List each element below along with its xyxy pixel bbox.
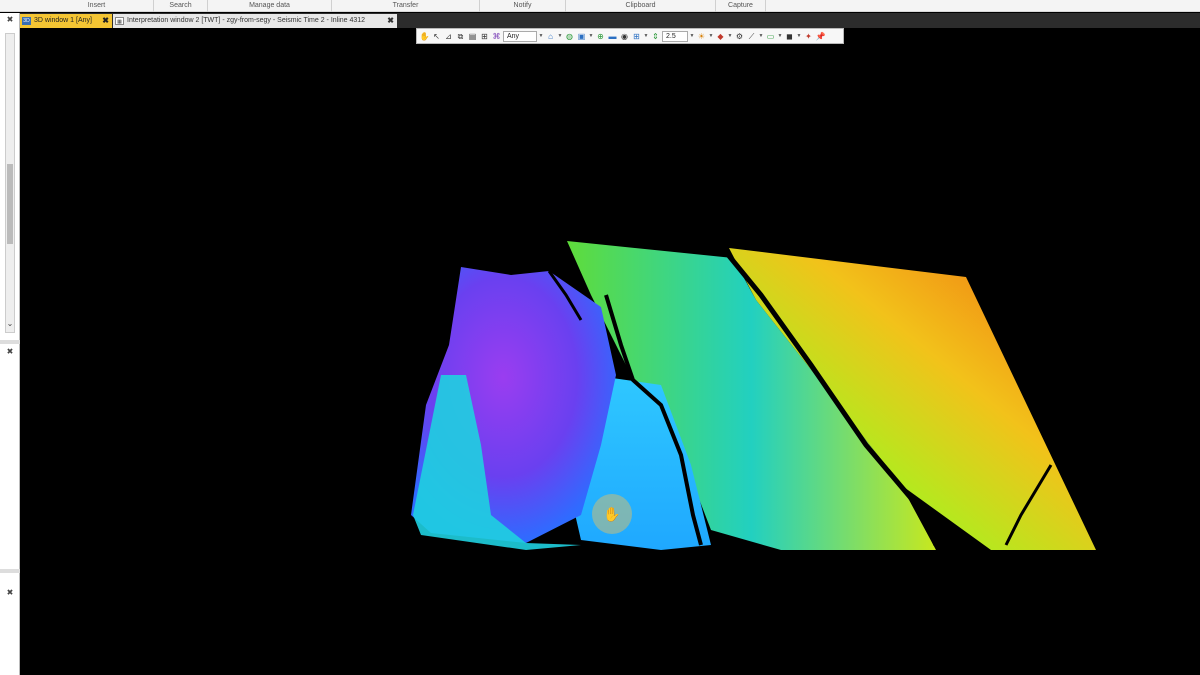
screen-icon[interactable]: ▬ — [607, 31, 618, 42]
home-view-icon[interactable]: ⌂ — [545, 31, 556, 42]
tab-label: Interpretation window 2 [TWT] - zgy-from… — [127, 17, 366, 24]
pan-hand-icon: ✋ — [592, 494, 632, 534]
chevron-down-icon[interactable]: ▼ — [643, 31, 649, 42]
chevron-down-icon[interactable]: ▼ — [588, 31, 594, 42]
ribbon-group-search[interactable]: Search — [154, 0, 208, 12]
color-settings-icon[interactable]: ◆ — [715, 31, 726, 42]
pin-person-icon[interactable]: ✦ — [803, 31, 814, 42]
camera-view-icon[interactable]: ◉ — [619, 31, 630, 42]
chevron-down-icon[interactable]: ▼ — [708, 31, 714, 42]
view-settings-icon[interactable]: ⊞ — [479, 31, 490, 42]
petrel-application: Insert Search Manage data Transfer Notif… — [0, 0, 1200, 675]
cursor-tracking-icon[interactable]: ⌘ — [491, 31, 502, 42]
chevron-down-icon[interactable]: ▼ — [777, 31, 783, 42]
ribbon-group-insert[interactable]: Insert — [40, 0, 154, 12]
vertical-exaggeration-icon[interactable]: ⇕ — [650, 31, 661, 42]
3d-viewport[interactable]: ✋ — [21, 45, 1200, 675]
ribbon-group-notify[interactable]: Notify — [480, 0, 566, 12]
chevron-down-icon[interactable]: ▼ — [727, 31, 733, 42]
close-icon[interactable]: ✖ — [387, 14, 394, 28]
close-icon[interactable]: ✖ — [102, 14, 109, 28]
tab-3d-window-1[interactable]: 3D 3D window 1 [Any] ✖ — [20, 14, 112, 28]
ribbon-group-labels: Insert Search Manage data Transfer Notif… — [0, 0, 1200, 12]
vertical-exaggeration-select[interactable]: 2.5 — [662, 30, 688, 42]
display-icon[interactable]: ▭ — [765, 31, 776, 42]
window-icon: ▦ — [115, 17, 124, 25]
pin-icon[interactable]: 📌 — [815, 31, 826, 42]
panel-divider[interactable] — [0, 569, 20, 573]
layers-icon[interactable]: ▤ — [467, 31, 478, 42]
chevron-down-icon[interactable]: ▼ — [796, 31, 802, 42]
panel-scrollbar[interactable] — [5, 33, 15, 333]
left-dock-panel: ✖ ⌄ ✖ ✖ — [0, 13, 20, 675]
ribbon-group-clipboard[interactable]: Clipboard — [566, 0, 716, 12]
window-tab-bar: 3D 3D window 1 [Any] ✖ ▦ Interpretation … — [20, 13, 1200, 28]
chevron-down-icon[interactable]: ▼ — [758, 31, 764, 42]
close-icon[interactable]: ✖ — [4, 347, 16, 357]
horizon-surface[interactable] — [21, 45, 1200, 675]
chevron-down-icon[interactable]: ⌄ — [4, 319, 16, 329]
ribbon-group-transfer[interactable]: Transfer — [332, 0, 480, 12]
chevron-down-icon[interactable]: ▼ — [538, 31, 544, 42]
globe-icon[interactable]: ◍ — [564, 31, 575, 42]
close-icon[interactable]: ✖ — [4, 15, 16, 25]
grid-view-icon[interactable]: ⊞ — [631, 31, 642, 42]
frame-view-icon[interactable]: ▣ — [576, 31, 587, 42]
chevron-down-icon[interactable]: ▼ — [557, 31, 563, 42]
lighting-icon[interactable]: ☀ — [696, 31, 707, 42]
select-pointer-icon[interactable]: ↖ — [431, 31, 442, 42]
copy-icon[interactable]: ⧉ — [455, 31, 466, 42]
ribbon-group-manage-data[interactable]: Manage data — [208, 0, 332, 12]
center-view-icon[interactable]: ⊕ — [595, 31, 606, 42]
3d-window-icon: 3D — [22, 17, 31, 25]
chevron-down-icon[interactable]: ▼ — [689, 31, 695, 42]
measure-icon[interactable]: ⊿ — [443, 31, 454, 42]
settings-icon[interactable]: ⚙ — [734, 31, 745, 42]
3d-window-toolbar: ✋ ↖ ⊿ ⧉ ▤ ⊞ ⌘ Any ▼ ⌂ ▼ ◍ ▣ ▼ ⊕ ▬ ◉ ⊞ ▼ … — [416, 28, 844, 44]
tab-interpretation-window-2[interactable]: ▦ Interpretation window 2 [TWT] - zgy-fr… — [113, 14, 397, 28]
scrollbar-thumb[interactable] — [7, 164, 13, 244]
panel-divider[interactable] — [0, 340, 20, 344]
ribbon-group-capture[interactable]: Capture — [716, 0, 766, 12]
snapshot-icon[interactable]: ◼ — [784, 31, 795, 42]
tab-label: 3D window 1 [Any] — [34, 17, 92, 24]
domain-select[interactable]: Any — [503, 30, 537, 42]
close-icon[interactable]: ✖ — [4, 588, 16, 598]
pick-mode-icon[interactable]: ✋ — [419, 31, 430, 42]
chart-icon[interactable]: ⟋ — [746, 31, 757, 42]
